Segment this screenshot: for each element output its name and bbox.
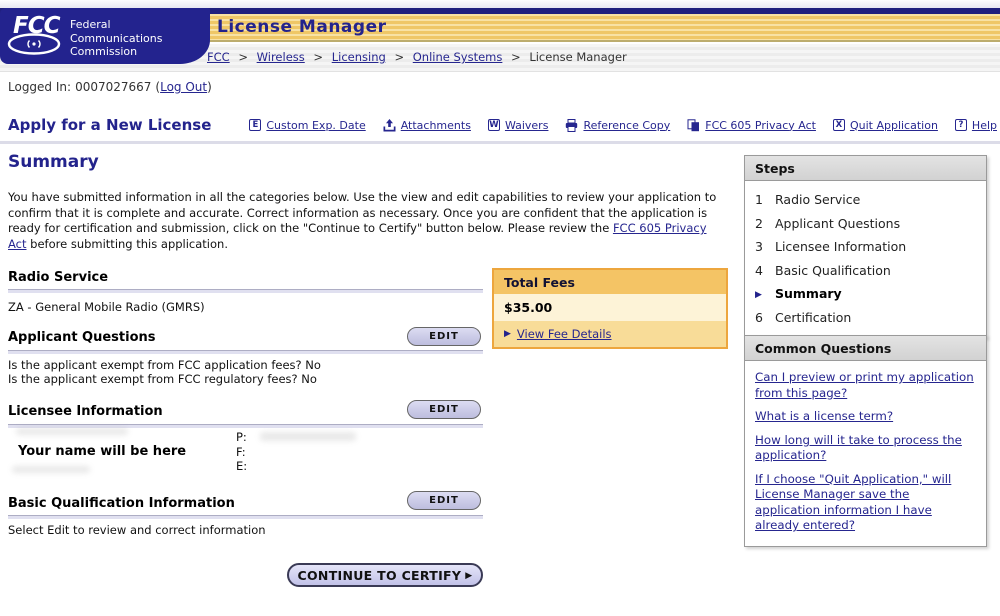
- app-title: License Manager: [217, 17, 386, 37]
- log-out-link[interactable]: Log Out: [160, 80, 207, 94]
- breadcrumb-link-online-systems[interactable]: Online Systems: [413, 50, 503, 64]
- user-id: 0007027667: [75, 80, 151, 94]
- common-questions-title: Common Questions: [745, 336, 986, 361]
- step-applicant-questions: 2 Applicant Questions: [755, 212, 976, 236]
- quit-application-link[interactable]: X Quit Application: [833, 119, 938, 132]
- breadcrumb-link-fcc[interactable]: FCC: [207, 50, 230, 64]
- right-arrow-icon: ▶: [504, 329, 511, 339]
- summary-sections: Radio Service ZA - General Mobile Radio …: [8, 270, 483, 605]
- attachments-upload-icon: [383, 119, 396, 132]
- summary-page-title: Summary: [8, 152, 99, 172]
- fcc-seal-icon: [7, 33, 61, 55]
- steps-list: 1 Radio Service 2 Applicant Questions 3 …: [745, 181, 986, 337]
- redacted-text: [12, 466, 90, 473]
- logo-name-line: Communications: [70, 32, 162, 46]
- fee-details-row: ▶ View Fee Details: [494, 321, 726, 347]
- waivers-icon: W: [488, 119, 500, 131]
- basic-qualification-heading: Basic Qualification Information: [8, 496, 235, 511]
- waivers-link[interactable]: W Waivers: [488, 119, 549, 132]
- edit-applicant-questions-button[interactable]: EDIT: [407, 327, 481, 346]
- basic-qualification-note: Select Edit to review and correct inform…: [8, 523, 266, 537]
- licensee-information-heading: Licensee Information: [8, 404, 163, 419]
- section-divider: [8, 515, 483, 519]
- question-quit-save-link[interactable]: If I choose "Quit Application," will Lic…: [755, 472, 976, 534]
- applicant-question-line: Is the applicant exempt from FCC regulat…: [8, 372, 317, 386]
- step-radio-service: 1 Radio Service: [755, 188, 976, 212]
- steps-title: Steps: [745, 156, 986, 181]
- continue-button-label: CONTINUE TO CERTIFY: [298, 568, 462, 583]
- help-icon: ?: [955, 119, 967, 131]
- question-license-term-link[interactable]: What is a license term?: [755, 409, 976, 425]
- continue-to-certify-button[interactable]: CONTINUE TO CERTIFY ▶: [287, 563, 483, 587]
- breadcrumb-link-wireless[interactable]: Wireless: [257, 50, 305, 64]
- fcc-logo-name: Federal Communications Commission: [70, 18, 162, 59]
- breadcrumb-separator: >: [238, 50, 248, 64]
- printer-icon: [565, 119, 578, 132]
- license-manager-page: License Manager FCC > Wireless > Licensi…: [0, 0, 1000, 616]
- help-link[interactable]: ? Help: [955, 119, 997, 132]
- apply-for-new-license-title: Apply for a New License: [8, 116, 211, 134]
- applicant-question-line: Is the applicant exempt from FCC applica…: [8, 358, 321, 372]
- question-preview-print-link[interactable]: Can I preview or print my application fr…: [755, 370, 976, 401]
- step-summary-current: ▶ Summary: [755, 282, 976, 306]
- reference-copy-link[interactable]: Reference Copy: [565, 119, 670, 132]
- current-step-arrow-icon: ▶: [755, 290, 765, 300]
- steps-box: Steps 1 Radio Service 2 Applicant Questi…: [744, 155, 987, 338]
- fcc-logo[interactable]: FCC Federal Communications Commission: [0, 8, 210, 64]
- header-top-strip: [0, 0, 1000, 8]
- edit-basic-qualification-button[interactable]: EDIT: [407, 491, 481, 510]
- logo-name-line: Federal: [70, 18, 162, 32]
- custom-exp-date-icon: E: [249, 119, 261, 131]
- logo-name-line: Commission: [70, 45, 162, 59]
- step-basic-qualification: 4 Basic Qualification: [755, 259, 976, 283]
- section-divider: [8, 289, 483, 293]
- breadcrumb: FCC > Wireless > Licensing > Online Syst…: [207, 50, 627, 64]
- paren: ): [207, 80, 212, 94]
- licensee-name: Your name will be here: [18, 444, 186, 459]
- breadcrumb-separator: >: [313, 50, 323, 64]
- licensee-contact-labels: P: F: E:: [236, 430, 247, 474]
- step-licensee-information: 3 Licensee Information: [755, 235, 976, 259]
- breadcrumb-separator: >: [511, 50, 521, 64]
- fcc-605-privacy-act-link[interactable]: FCC 605 Privacy Act: [687, 119, 816, 132]
- quit-x-icon: X: [833, 119, 845, 131]
- app-title-banner: License Manager: [195, 14, 1000, 42]
- session-status: Logged In:0007027667(Log Out): [8, 80, 212, 94]
- document-copy-icon: [687, 119, 700, 132]
- view-fee-details-link[interactable]: View Fee Details: [517, 327, 612, 341]
- application-toolbar: Apply for a New License E Custom Exp. Da…: [8, 113, 997, 137]
- right-arrow-icon: ▶: [465, 571, 472, 581]
- fax-label: F:: [236, 445, 247, 460]
- phone-label: P:: [236, 430, 247, 445]
- email-label: E:: [236, 459, 247, 474]
- intro-text: You have submitted information in all th…: [8, 190, 716, 235]
- toolbar-links: E Custom Exp. Date Attachments W Waivers: [249, 119, 997, 132]
- redacted-text: [260, 432, 356, 441]
- section-divider: [8, 350, 483, 354]
- total-fees-amount: $35.00: [494, 294, 726, 321]
- intro-text: before submitting this application.: [27, 237, 229, 251]
- applicant-questions-heading: Applicant Questions: [8, 330, 156, 345]
- breadcrumb-current: License Manager: [529, 50, 626, 64]
- common-questions-box: Common Questions Can I preview or print …: [744, 335, 987, 547]
- breadcrumb-link-licensing[interactable]: Licensing: [332, 50, 386, 64]
- common-questions-list: Can I preview or print my application fr…: [745, 361, 986, 546]
- logged-in-label: Logged In:: [8, 80, 71, 94]
- summary-intro-text: You have submitted information in all th…: [8, 190, 726, 252]
- total-fees-title: Total Fees: [494, 270, 726, 294]
- radio-service-value: ZA - General Mobile Radio (GMRS): [8, 300, 205, 314]
- custom-exp-date-link[interactable]: E Custom Exp. Date: [249, 119, 365, 132]
- total-fees-box: Total Fees $35.00 ▶ View Fee Details: [492, 268, 728, 349]
- radio-service-heading: Radio Service: [8, 270, 108, 285]
- attachments-link[interactable]: Attachments: [383, 119, 471, 132]
- breadcrumb-separator: >: [394, 50, 404, 64]
- edit-licensee-information-button[interactable]: EDIT: [407, 400, 481, 419]
- question-processing-time-link[interactable]: How long will it take to process the app…: [755, 433, 976, 464]
- step-certification: 6 Certification: [755, 306, 976, 330]
- redacted-text: [16, 428, 128, 435]
- toolbar-divider: [0, 141, 1000, 144]
